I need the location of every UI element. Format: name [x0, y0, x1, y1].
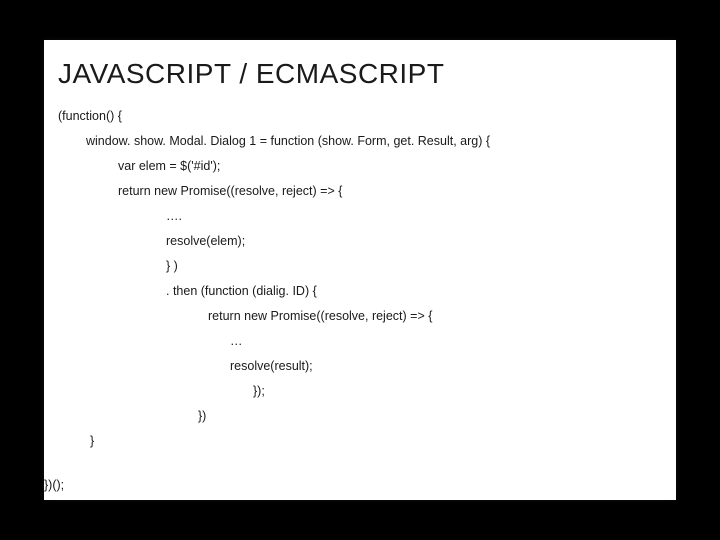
code-line: })();	[44, 478, 64, 492]
code-line: . then (function (dialig. ID) {	[58, 285, 490, 298]
code-line: resolve(result);	[58, 360, 490, 373]
code-line: }	[58, 435, 490, 448]
code-line: return new Promise((resolve, reject) => …	[58, 185, 490, 198]
code-line: window. show. Modal. Dialog 1 = function…	[58, 135, 490, 148]
code-line: …	[58, 335, 490, 348]
slide-title: JAVASCRIPT / ECMASCRIPT	[58, 58, 444, 90]
code-line: (function() {	[58, 110, 490, 123]
code-line: ….	[58, 210, 490, 223]
code-line: var elem = $('#id');	[58, 160, 490, 173]
code-line: });	[58, 385, 490, 398]
code-line: resolve(elem);	[58, 235, 490, 248]
slide: JAVASCRIPT / ECMASCRIPT (function() { wi…	[0, 0, 720, 540]
code-line: })	[58, 410, 490, 423]
content-box: JAVASCRIPT / ECMASCRIPT (function() { wi…	[44, 40, 676, 500]
code-block: (function() { window. show. Modal. Dialo…	[58, 110, 490, 460]
code-line: } )	[58, 260, 490, 273]
code-line: return new Promise((resolve, reject) => …	[58, 310, 490, 323]
